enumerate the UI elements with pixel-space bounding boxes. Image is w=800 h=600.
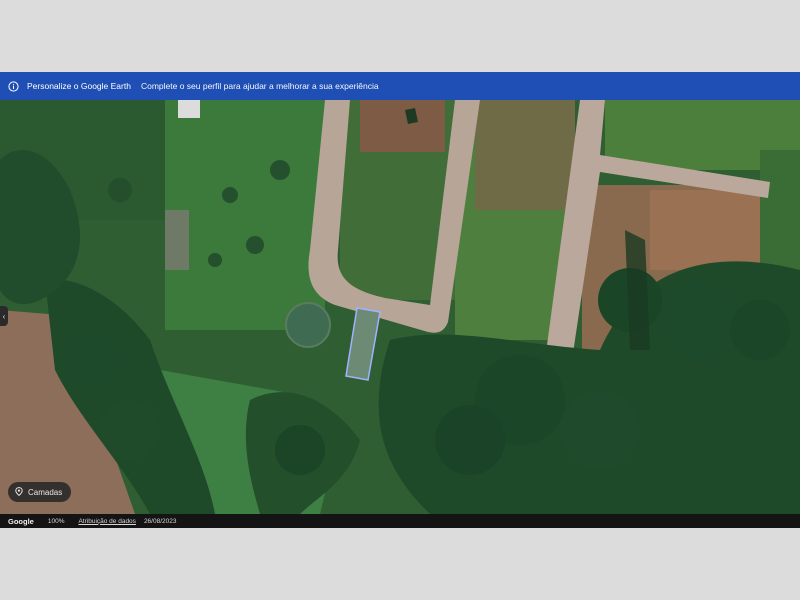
banner-title: Personalize o Google Earth: [27, 81, 131, 91]
satellite-map[interactable]: [0, 100, 800, 514]
google-logo: Google: [8, 516, 34, 526]
chevron-left-icon: ‹: [2, 311, 6, 321]
status-bar: Google 100% Atribuição de dados 26/08/20…: [0, 514, 800, 528]
layers-label: Camadas: [28, 487, 63, 497]
data-attribution-link[interactable]: Atribuição de dados: [78, 518, 135, 525]
banner-message: Complete o seu perfil para ajudar a melh…: [140, 81, 379, 91]
layers-button[interactable]: Camadas: [8, 482, 72, 502]
map-pin-icon: [15, 486, 23, 498]
imagery-date: 26/08/2023: [143, 517, 177, 525]
side-panel-handle[interactable]: ‹: [0, 306, 8, 326]
zoom-level: 100%: [47, 517, 65, 525]
profile-banner[interactable]: Personalize o Google Earth Complete o se…: [0, 72, 800, 100]
info-icon: [8, 80, 19, 92]
